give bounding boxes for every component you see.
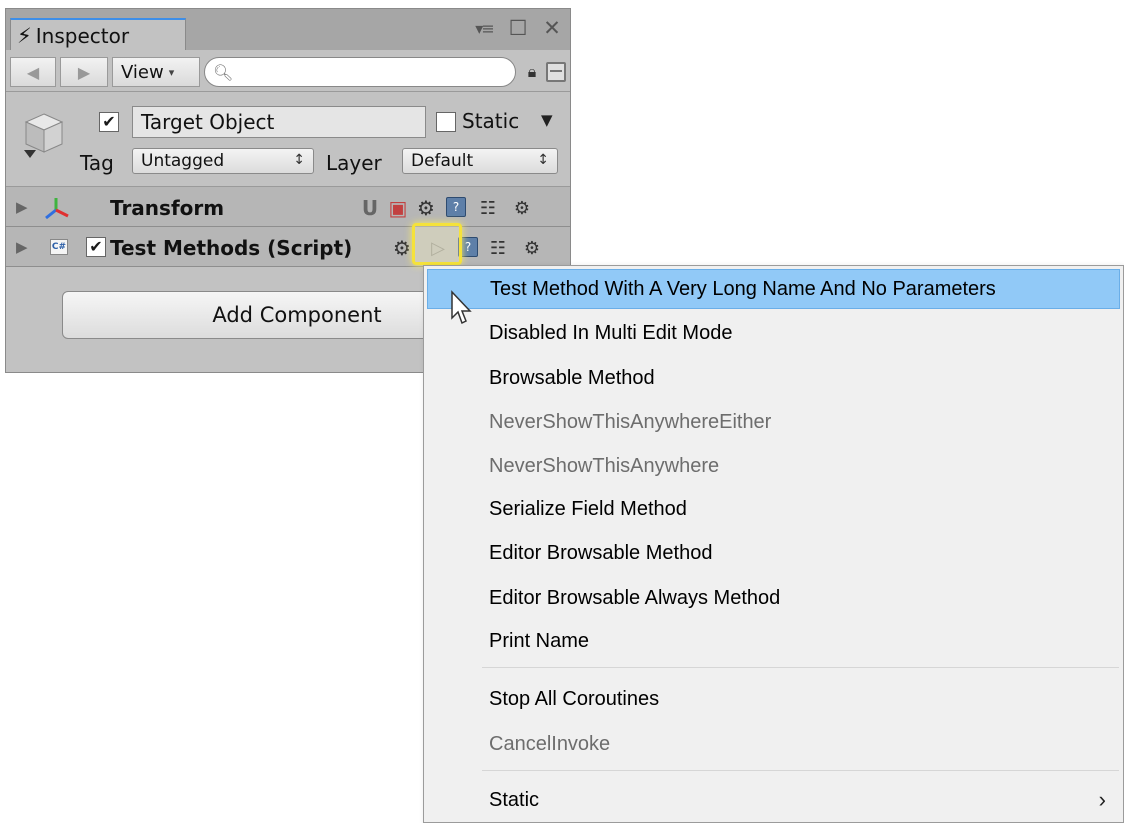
window-controls: ▾≡ ☐ ✕ [472,14,564,42]
search-input[interactable]: 🔍︎ [204,57,516,87]
static-dropdown-icon[interactable]: ▼ [541,111,553,129]
menu-item-label: Serialize Field Method [489,497,687,520]
layer-dropdown[interactable]: Default ↕ [402,148,558,174]
add-component-label: Add Component [212,303,382,327]
foldout-arrow-icon[interactable]: ▶ [16,238,28,256]
tab-label: Inspector [35,23,130,48]
component-test-methods[interactable]: ▶ C# ✔ Test Methods (Script) ⚙ ▷ ? ☷ ⚙ [6,227,570,267]
tab-inspector[interactable]: ⚡ Inspector [10,18,186,51]
component-enabled-checkbox[interactable]: ✔ [86,237,106,257]
menu-item-label: Editor Browsable Always Method [489,586,781,609]
inspector-toolbar: ◀ ▶ View ▾ 🔍︎ 🔒︎ [6,50,570,92]
menu-item-cancel-invoke: CancelInvoke [427,724,1120,764]
menu-item-label: Static [489,788,540,811]
tag-value: Untagged [141,151,225,171]
menu-item-label: CancelInvoke [489,732,611,755]
menu-item-editor-browsable[interactable]: Editor Browsable Method [427,533,1120,573]
menu-item-label: Browsable Method [489,366,655,389]
cube-red-icon[interactable]: ▣ [386,196,410,220]
forward-button[interactable]: ▶ [60,57,108,87]
menu-item-never-show: NeverShowThisAnywhere [427,446,1120,486]
lightning-icon: ⚡ [17,23,32,48]
view-dropdown[interactable]: View ▾ [112,57,200,87]
menu-item-label: NeverShowThisAnywhereEither [489,410,772,433]
menu-item-label: Print Name [489,629,590,652]
gear-gizmo-icon[interactable]: ⚙ [390,236,414,260]
tag-dropdown[interactable]: Untagged ↕ [132,148,314,174]
static-label: Static [462,109,520,133]
component-title: Test Methods (Script) [110,236,353,260]
transform-axes-icon [45,198,69,220]
back-button[interactable]: ◀ [10,57,56,87]
menu-item-static-submenu[interactable]: Static › [427,780,1120,820]
maximize-icon[interactable]: ☐ [506,14,530,42]
context-menu: Test Method With A Very Long Name And No… [423,265,1124,823]
menu-item-never-show-either: NeverShowThisAnywhereEither [427,402,1120,442]
active-checkbox[interactable]: ✔ [99,112,119,132]
object-header: ✔ Target Object Static ▼ Tag Untagged ↕ … [6,92,570,187]
help-book-icon[interactable]: ? [446,197,466,217]
layer-value: Default [411,151,474,171]
layer-label: Layer [326,151,382,175]
menu-item-browsable-method[interactable]: Browsable Method [427,358,1120,398]
menu-item-label: NeverShowThisAnywhere [489,454,720,477]
menu-item-label: Stop All Coroutines [489,687,660,710]
object-name-field[interactable]: Target Object [132,106,426,138]
chevron-right-icon: › [1098,787,1106,812]
tab-menu-icon[interactable]: ▾≡ [472,14,496,42]
gear-gizmo-icon[interactable]: ⚙ [414,196,438,220]
menu-separator [482,770,1119,771]
lock-icon[interactable]: 🔒︎ [523,61,541,83]
static-checkbox[interactable] [436,112,456,132]
close-icon[interactable]: ✕ [540,14,564,42]
menu-item-label: Test Method With A Very Long Name And No… [490,277,996,300]
forward-arrow-icon: ▶ [77,62,91,82]
view-label: View [121,61,164,83]
updown-arrow-icon: ↕ [537,152,549,168]
preset-icon[interactable]: ☷ [486,236,510,260]
foldout-arrow-icon[interactable]: ▶ [16,198,28,216]
magnet-icon[interactable]: U [358,196,382,220]
search-icon: 🔍︎ [213,62,234,82]
gameobject-cube-icon [24,113,64,158]
settings-gear-icon[interactable]: ⚙ [510,196,534,220]
menu-item-label: Editor Browsable Method [489,541,713,564]
layout-icon[interactable] [546,62,566,82]
settings-gear-icon[interactable]: ⚙ [520,236,544,260]
menu-item-print-name[interactable]: Print Name [427,621,1120,661]
tab-bar: ⚡ Inspector ▾≡ ☐ ✕ [6,9,570,51]
updown-arrow-icon: ↕ [293,152,305,168]
preset-icon[interactable]: ☷ [476,196,500,220]
csharp-script-icon: C# [50,239,68,255]
menu-item-stop-all-coroutines[interactable]: Stop All Coroutines [427,679,1120,719]
mouse-cursor-icon [451,290,472,325]
chevron-down-icon: ▾ [168,65,175,79]
menu-separator [482,667,1119,668]
menu-item-editor-browsable-always[interactable]: Editor Browsable Always Method [427,578,1120,618]
menu-item-test-method-long-name[interactable]: Test Method With A Very Long Name And No… [427,269,1120,309]
back-arrow-icon: ◀ [26,62,40,82]
tag-label: Tag [80,151,114,175]
object-name-value: Target Object [141,110,275,134]
play-button-highlight [412,223,462,265]
menu-item-label: Disabled In Multi Edit Mode [489,321,733,344]
menu-item-disabled-in-multi-edit[interactable]: Disabled In Multi Edit Mode [427,313,1120,353]
component-title: Transform [110,196,225,220]
component-transform[interactable]: ▶ Transform U ▣ ⚙ ? ☷ ⚙ [6,187,570,227]
menu-item-serialize-field[interactable]: Serialize Field Method [427,489,1120,529]
